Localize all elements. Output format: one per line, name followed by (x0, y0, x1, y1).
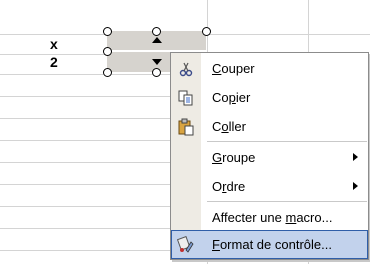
menu-item-label: Copier (212, 90, 251, 105)
menu-item-label: Affecter une macro... (212, 210, 333, 225)
paste-icon (177, 118, 195, 136)
menu-item-label: Couper (212, 61, 255, 76)
menu-item-format-control[interactable]: Format de contrôle... (171, 230, 368, 259)
menu-item-group[interactable]: Groupe (171, 143, 368, 172)
resize-handle[interactable] (152, 27, 161, 36)
scissors-icon (177, 60, 195, 78)
resize-handle[interactable] (103, 47, 112, 56)
menu-item-label: Ordre (212, 179, 246, 194)
context-menu: Couper Copier Coller Groupe Ordre Affect… (170, 52, 369, 260)
cell-two[interactable]: 2 (50, 54, 58, 70)
copy-icon (177, 89, 195, 107)
menu-item-assign-macro[interactable]: Affecter une macro... (171, 203, 368, 232)
menu-item-label: Coller (212, 119, 246, 134)
submenu-arrow-icon (353, 182, 358, 190)
menu-item-cut[interactable]: Couper (171, 54, 368, 83)
menu-item-order[interactable]: Ordre (171, 172, 368, 201)
menu-item-label: Groupe (212, 150, 256, 165)
cell-x[interactable]: x (50, 36, 58, 52)
arrow-up-icon (152, 37, 162, 43)
menu-separator (207, 201, 367, 202)
resize-handle[interactable] (103, 27, 112, 36)
resize-handle[interactable] (152, 68, 161, 77)
resize-handle[interactable] (103, 68, 112, 77)
menu-separator (207, 141, 367, 142)
submenu-arrow-icon (353, 153, 358, 161)
menu-item-paste[interactable]: Coller (171, 112, 368, 141)
resize-handle[interactable] (202, 27, 211, 36)
menu-item-label: Format de contrôle... (212, 237, 332, 252)
arrow-down-icon (152, 59, 162, 65)
format-control-icon (176, 235, 195, 254)
menu-item-copy[interactable]: Copier (171, 83, 368, 112)
